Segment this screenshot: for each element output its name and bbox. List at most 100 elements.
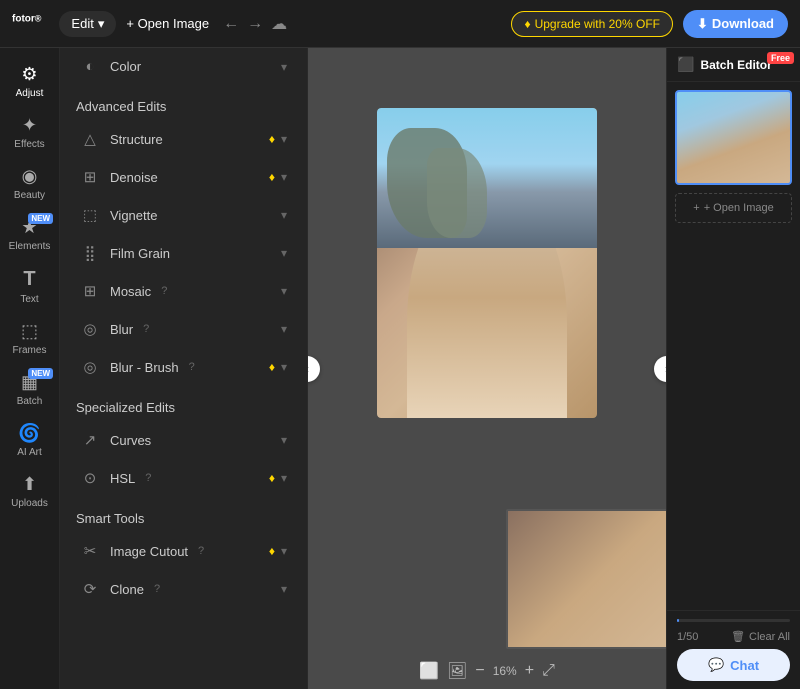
panel-item-image-cutout[interactable]: ✂ Image Cutout ? ♦ ▾ [64,532,303,570]
panel-item-mosaic[interactable]: ⊞ Mosaic ? ▾ [64,272,303,310]
rock-shape-2 [427,148,487,238]
canvas-zoom-out-button[interactable]: − [475,662,484,680]
help-icon-hsl[interactable]: ? [145,472,151,484]
curves-icon: ↗ [80,431,100,449]
sidebar-item-frames[interactable]: ⬚ Frames [0,313,59,364]
progress-bar [677,619,790,622]
frames-icon: ⬚ [21,321,38,342]
ai-art-icon: 🌀 [18,423,40,444]
diamond-icon: ♦ [524,17,530,31]
panel-item-color[interactable]: ◐ Color ▾ [64,48,303,85]
help-icon-blur[interactable]: ? [143,323,149,335]
download-button[interactable]: ⬇ Download [683,10,788,38]
panel-item-hsl[interactable]: ⊙ HSL ? ♦ ▾ [64,459,303,497]
canvas-tool-icon-1[interactable]: ⬜ [419,661,439,681]
chevron-down-icon: ▾ [98,16,105,32]
new-badge-elements: NEW [28,213,53,224]
trash-icon: 🗑 [731,630,745,643]
cloud-button[interactable]: ☁ [271,14,287,34]
specialized-edits-label: Specialized Edits [76,400,175,415]
canvas-area[interactable]: ‹ › ⬜ 🖼 − 16% + ⤢ [308,48,666,689]
panel-item-curves[interactable]: ↗ Curves ▾ [64,421,303,459]
film-grain-label: Film Grain [110,246,170,261]
panel-collapse-button[interactable]: ‹ [308,356,320,382]
new-badge-batch: NEW [28,368,53,379]
logo: fotor® [12,12,41,35]
progress-fill [677,619,679,622]
premium-icon-denoise: ♦ [269,170,275,184]
sidebar-item-batch[interactable]: NEW ▦ Batch [0,364,59,415]
premium-icon-blur-brush: ♦ [269,360,275,374]
open-image-button[interactable]: + Open Image [126,16,209,31]
canvas-fit-button[interactable]: ⤢ [542,662,555,680]
edit-label: Edit [71,16,93,31]
chevron-hsl: ▾ [281,471,287,485]
panel-item-blur-brush[interactable]: ◎ Blur - Brush ? ♦ ▾ [64,348,303,386]
panel-item-vignette[interactable]: ⬚ Vignette ▾ [64,196,303,234]
chevron-vignette: ▾ [281,208,287,222]
uploads-icon: ⬆ [22,474,37,495]
edit-button[interactable]: Edit ▾ [59,11,116,37]
chevron-blur-brush: ▾ [281,360,287,374]
panel-item-structure[interactable]: △ Structure ♦ ▾ [64,120,303,158]
premium-icon-cutout: ♦ [269,544,275,558]
canvas-tool-icon-2[interactable]: 🖼 [447,661,467,681]
sidebar-item-elements[interactable]: NEW ★ Elements [0,209,59,260]
main-area: ⚙ Adjust ✦ Effects ◉ Beauty NEW ★ Elemen… [0,48,800,689]
upgrade-button[interactable]: ♦ Upgrade with 20% OFF [511,11,673,37]
help-icon-blur-brush[interactable]: ? [189,361,195,373]
clear-all-button[interactable]: 🗑 Clear All [731,630,790,643]
panel-item-clone[interactable]: ⟳ Clone ? ▾ [64,570,303,608]
advanced-edits-label: Advanced Edits [76,99,166,114]
panel-item-denoise[interactable]: ⊞ Denoise ♦ ▾ [64,158,303,196]
main-canvas-image [377,108,597,418]
chevron-mosaic: ▾ [281,284,287,298]
blur-brush-icon: ◎ [80,358,100,376]
chat-icon: 💬 [708,657,724,673]
batch-image-item[interactable] [675,90,792,185]
advanced-edits-header: Advanced Edits [60,85,307,120]
chevron-cutout: ▾ [281,544,287,558]
panel-item-blur[interactable]: ◎ Blur ? ▾ [64,310,303,348]
panel-expand-button[interactable]: › [654,356,666,382]
vignette-label: Vignette [110,208,157,223]
batch-footer: 1/50 🗑 Clear All 💬 Chat [667,610,800,689]
sidebar-label-batch: Batch [17,396,43,407]
color-icon: ◐ [80,58,100,75]
sidebar-item-beauty[interactable]: ◉ Beauty [0,158,59,209]
redo-button[interactable]: → [247,14,263,34]
panel-item-film-grain[interactable]: ⣿ Film Grain ▾ [64,234,303,272]
sidebar-item-adjust[interactable]: ⚙ Adjust [0,56,59,107]
chevron-clone: ▾ [281,582,287,596]
batch-editor-header: ⬛ Batch Editor Free [667,48,800,82]
help-icon-clone[interactable]: ? [154,583,160,595]
help-icon-mosaic[interactable]: ? [161,285,167,297]
sidebar-item-text[interactable]: T Text [0,260,59,313]
sidebar-item-ai-art[interactable]: 🌀 AI Art [0,415,59,466]
canvas-zoom-in-button[interactable]: + [525,662,534,680]
left-sidebar: ⚙ Adjust ✦ Effects ◉ Beauty NEW ★ Elemen… [0,48,60,689]
clear-all-label: Clear All [749,631,790,643]
undo-button[interactable]: ← [223,14,239,34]
upgrade-label: Upgrade with 20% OFF [535,17,660,31]
edit-panel: ◐ Color ▾ Advanced Edits △ Structure ♦ ▾… [60,48,308,689]
structure-label: Structure [110,132,163,147]
sidebar-label-beauty: Beauty [14,190,45,201]
chat-button[interactable]: 💬 Chat [677,649,790,681]
add-image-button[interactable]: + + Open Image [675,193,792,223]
sidebar-label-frames: Frames [13,345,47,356]
plus-icon: + [693,202,699,214]
chevron-structure: ▾ [281,132,287,146]
chevron-curves: ▾ [281,433,287,447]
sidebar-label-ai-art: AI Art [17,447,41,458]
logo-text: fotor [12,13,35,24]
batch-editor-label: Batch Editor [700,58,771,72]
thumbnail-overlay-image [506,509,666,649]
smart-tools-header: Smart Tools [60,497,307,532]
open-image-label: + Open Image [126,16,209,31]
nav-icons: ← → ☁ [223,14,287,34]
help-icon-cutout[interactable]: ? [198,545,204,557]
sidebar-item-uploads[interactable]: ⬆ Uploads [0,466,59,517]
sidebar-item-effects[interactable]: ✦ Effects [0,107,59,158]
curves-label: Curves [110,433,151,448]
